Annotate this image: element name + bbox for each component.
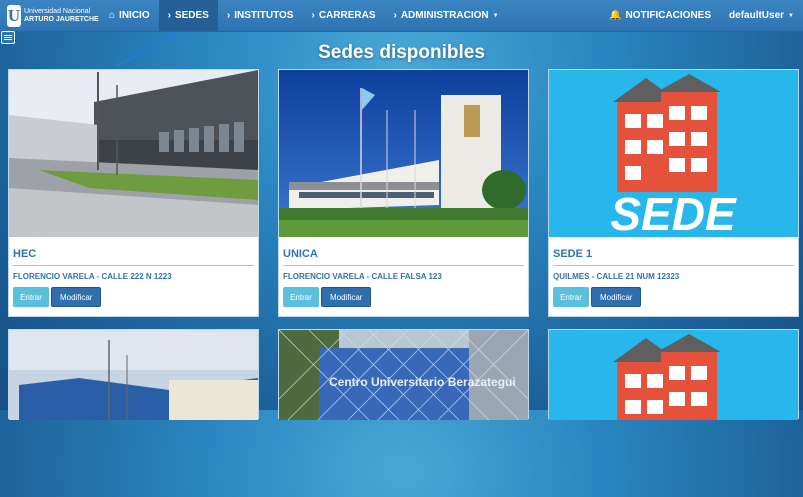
nav-item-label: SEDES <box>174 10 209 21</box>
page-title: Sedes disponibles <box>318 42 485 63</box>
user-label: defaultUser <box>729 10 785 21</box>
nav-item-label: INICIO <box>119 10 150 21</box>
sede-placeholder-image: SEDE <box>549 70 798 237</box>
enter-button[interactable]: Entrar <box>13 287 49 307</box>
edit-button[interactable]: Modificar <box>51 287 102 307</box>
caret-down-icon: ▼ <box>492 12 499 19</box>
user-menu[interactable]: defaultUser ▼ <box>720 0 803 31</box>
card-title: SEDE 1 <box>553 248 593 260</box>
divider <box>283 265 524 266</box>
sede-image <box>279 70 528 237</box>
enter-button[interactable]: Entrar <box>553 287 589 307</box>
card-address: FLORENCIO VARELA - CALLE FALSA 123 <box>283 272 442 281</box>
sede-placeholder-image <box>549 330 798 497</box>
university-logo-icon: U <box>7 4 21 27</box>
divider <box>553 265 794 266</box>
nav-item-inicio[interactable]: ⌂ INICIO <box>100 0 159 31</box>
sede-card: HEC FLORENCIO VARELA - CALLE 222 N 1223 … <box>8 69 259 317</box>
notifications-button[interactable]: 🔔 NOTIFICACIONES <box>600 0 720 31</box>
navbar-right: 🔔 NOTIFICACIONES defaultUser ▼ <box>600 0 803 31</box>
nav-item-label: CARRERAS <box>318 10 376 21</box>
sede-card: UNICA FLORENCIO VARELA - CALLE FALSA 123… <box>278 69 529 317</box>
sede-image: Centro Universitario Berazategui <box>279 330 528 497</box>
nav-item-label: ADMINISTRACION <box>400 10 489 21</box>
brand-text: Universidad Nacional ARTURO JAURETCHE <box>24 8 99 24</box>
nav-item-administracion[interactable]: › ADMINISTRACION ▼ <box>384 0 507 31</box>
card-body: SEDE 1 QUILMES - CALLE 21 NUM 12323 Entr… <box>553 237 794 307</box>
sede-card: SEDE SEDE 1 QUILMES - CALLE 21 NUM 12323… <box>548 69 799 317</box>
brand-name-bottom: ARTURO JAURETCHE <box>24 15 99 23</box>
nav-item-carreras[interactable]: › CARRERAS <box>302 0 384 31</box>
brand-name-top: Universidad Nacional <box>24 7 91 15</box>
top-navbar: U Universidad Nacional ARTURO JAURETCHE … <box>0 0 803 32</box>
chevron-right-icon: › <box>167 10 171 21</box>
card-body: HEC FLORENCIO VARELA - CALLE 222 N 1223 … <box>13 237 254 307</box>
home-icon: ⌂ <box>109 10 116 21</box>
edit-button[interactable]: Modificar <box>321 287 372 307</box>
chevron-right-icon: › <box>311 10 315 21</box>
sede-card <box>548 329 799 420</box>
sede-card <box>8 329 259 420</box>
chevron-right-icon: › <box>393 10 397 21</box>
card-address: FLORENCIO VARELA - CALLE 222 N 1223 <box>13 272 172 281</box>
sede-image <box>9 70 258 237</box>
nav-item-label: INSTITUTOS <box>234 10 294 21</box>
notifications-label: NOTIFICACIONES <box>625 10 712 21</box>
nav-item-sedes[interactable]: › SEDES <box>158 0 218 31</box>
brand[interactable]: U Universidad Nacional ARTURO JAURETCHE <box>0 0 100 31</box>
sede-image-text: SEDE <box>610 188 737 237</box>
card-address: QUILMES - CALLE 21 NUM 12323 <box>553 272 680 281</box>
sede-card: Centro Universitario Berazategui <box>278 329 529 420</box>
edit-button[interactable]: Modificar <box>591 287 642 307</box>
caret-down-icon: ▼ <box>788 12 794 19</box>
sede-image <box>9 330 258 497</box>
card-title: UNICA <box>283 248 318 260</box>
card-title: HEC <box>13 248 37 260</box>
divider <box>13 265 254 266</box>
nav-item-institutos[interactable]: › INSTITUTOS <box>218 0 303 31</box>
card-body: UNICA FLORENCIO VARELA - CALLE FALSA 123… <box>283 237 524 307</box>
enter-button[interactable]: Entrar <box>283 287 319 307</box>
sede-image-text: Centro Universitario Berazategui <box>329 375 516 389</box>
chevron-right-icon: › <box>226 10 231 21</box>
bell-icon: 🔔 <box>609 10 622 21</box>
